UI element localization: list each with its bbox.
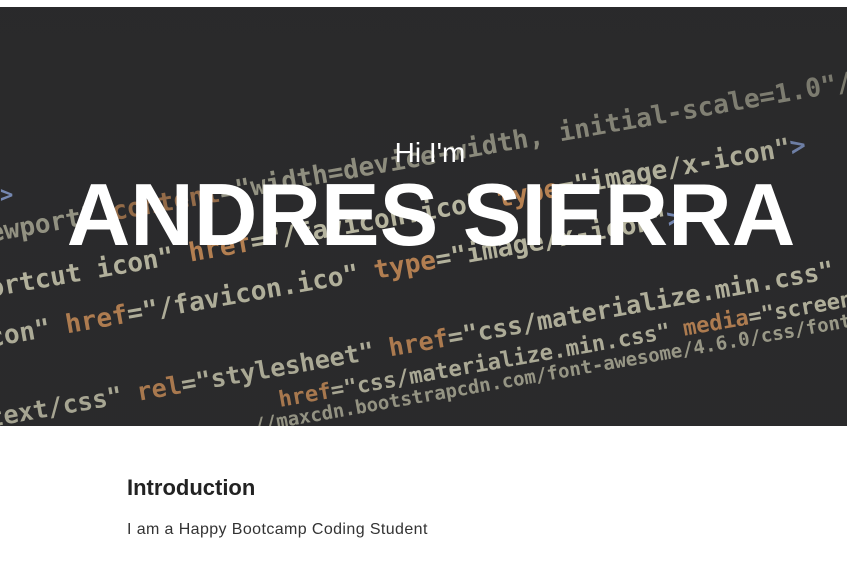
top-strip [0, 0, 847, 7]
intro-text: I am a Happy Bootcamp Coding Student [127, 521, 428, 538]
hero-name: ANDRES SIERRA [66, 165, 796, 264]
intro-title: Introduction [127, 475, 256, 500]
hero-banner: ewport" content="width=device-width, ini… [0, 7, 847, 426]
